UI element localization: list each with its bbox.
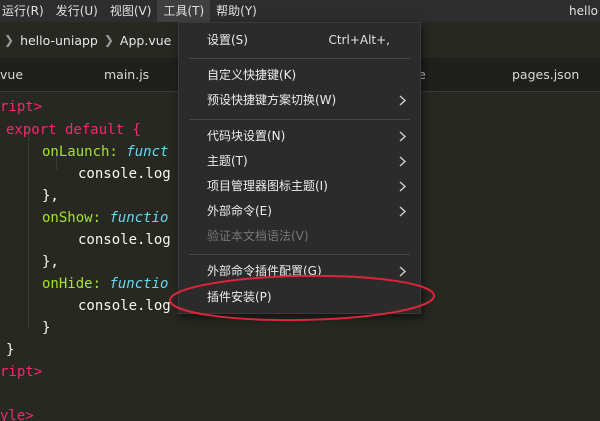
code-token: console.log bbox=[78, 166, 171, 182]
menu-run[interactable]: 运行(R) bbox=[0, 0, 50, 22]
breadcrumb-project[interactable]: hello-uniapp bbox=[20, 33, 98, 48]
menu-divider bbox=[189, 119, 410, 120]
code-token: } bbox=[42, 320, 51, 336]
chevron-right-icon: ❯ bbox=[4, 33, 15, 47]
menu-item-external-command[interactable]: 外部命令(E) bbox=[179, 199, 420, 224]
menu-item-project-icon-theme[interactable]: 项目管理器图标主题(I) bbox=[179, 174, 420, 199]
code-token: ript> bbox=[0, 99, 43, 115]
menu-divider bbox=[189, 254, 410, 255]
menu-item-preset-keymap[interactable]: 预设快捷键方案切换(W) bbox=[179, 88, 420, 113]
menu-item-label: 代码块设置(N) bbox=[207, 129, 286, 143]
menu-item-label: 设置(S) bbox=[207, 33, 248, 47]
tab-pages-json[interactable]: pages.json bbox=[512, 58, 579, 92]
menu-tools[interactable]: 工具(T) bbox=[157, 0, 211, 22]
menu-item-plugin-install[interactable]: 插件安装(P) bbox=[179, 285, 420, 310]
menu-item-custom-keybindings[interactable]: 自定义快捷键(K) bbox=[179, 63, 420, 88]
code-token: ript> bbox=[0, 364, 43, 380]
window-title: hello bbox=[569, 4, 598, 18]
submenu-arrow-icon bbox=[399, 206, 407, 217]
submenu-arrow-icon bbox=[399, 131, 407, 142]
code-token: } bbox=[6, 342, 15, 358]
menu-item-external-plugin-config[interactable]: 外部命令插件配置(G) bbox=[179, 259, 420, 284]
menu-item-validate-syntax: 验证本文档语法(V) bbox=[179, 224, 420, 249]
tools-menu: 设置(S) Ctrl+Alt+, 自定义快捷键(K) 预设快捷键方案切换(W) … bbox=[178, 22, 421, 314]
menu-item-label: 预设快捷键方案切换(W) bbox=[207, 93, 337, 107]
submenu-arrow-icon bbox=[399, 266, 407, 277]
code-token: yle> bbox=[0, 408, 34, 421]
indent-guide bbox=[28, 128, 29, 328]
menu-item-label: 外部命令插件配置(G) bbox=[207, 264, 322, 278]
menu-item-snippets[interactable]: 代码块设置(N) bbox=[179, 124, 420, 149]
menu-view[interactable]: 视图(V) bbox=[104, 0, 158, 22]
menu-item-label: 验证本文档语法(V) bbox=[207, 229, 309, 243]
menu-item-label: 项目管理器图标主题(I) bbox=[207, 179, 328, 193]
breadcrumb-file[interactable]: App.vue bbox=[120, 33, 171, 48]
menu-item-label: 主题(T) bbox=[207, 154, 248, 168]
menu-publish[interactable]: 发行(U) bbox=[50, 0, 104, 22]
menu-item-settings[interactable]: 设置(S) Ctrl+Alt+, bbox=[179, 28, 420, 53]
code-token: }, bbox=[42, 188, 59, 204]
code-token: onShow: bbox=[42, 210, 102, 226]
code-token: }, bbox=[42, 254, 59, 270]
submenu-arrow-icon bbox=[399, 181, 407, 192]
menu-divider bbox=[189, 58, 410, 59]
code-token: funct bbox=[126, 144, 169, 160]
menu-help[interactable]: 帮助(Y) bbox=[210, 0, 263, 22]
menu-item-label: 插件安装(P) bbox=[207, 290, 272, 304]
menu-item-label: 自定义快捷键(K) bbox=[207, 68, 297, 82]
code-token: console.log bbox=[78, 298, 171, 314]
submenu-arrow-icon bbox=[399, 156, 407, 167]
chevron-right-icon: ❯ bbox=[103, 33, 114, 47]
submenu-arrow-icon bbox=[399, 95, 407, 106]
menu-bar: 运行(R) 发行(U) 视图(V) 工具(T) 帮助(Y) hello bbox=[0, 0, 600, 22]
shortcut-label: Ctrl+Alt+, bbox=[328, 33, 390, 47]
code-token: functio bbox=[109, 210, 169, 226]
code-token: onLaunch: bbox=[42, 144, 118, 160]
menu-item-label: 外部命令(E) bbox=[207, 204, 272, 218]
menu-item-theme[interactable]: 主题(T) bbox=[179, 149, 420, 174]
code-token: console.log bbox=[78, 232, 171, 248]
code-token: export default { bbox=[6, 122, 141, 138]
code-token: functio bbox=[109, 276, 169, 292]
code-token: onHide: bbox=[42, 276, 102, 292]
tab-app-vue[interactable]: vue bbox=[0, 58, 23, 92]
tab-main-js[interactable]: main.js bbox=[104, 58, 149, 92]
